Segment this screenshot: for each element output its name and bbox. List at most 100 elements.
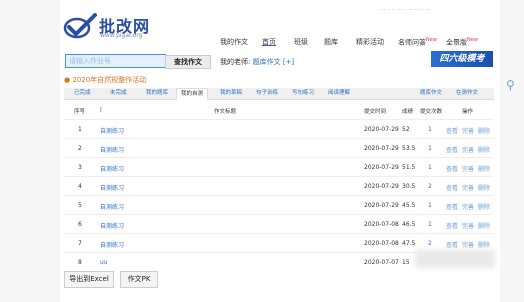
cell-date: 2020-07-07 [364, 259, 399, 266]
tab-bar: 已完成 未完成 我的题库 我的自测 我的草稿 句子训练 写句练习 阅读理解 题库… [64, 88, 494, 100]
export-excel-button[interactable]: 导出到Excel [64, 271, 114, 288]
tab-reading[interactable]: 阅读理解 [328, 88, 350, 99]
delete-link[interactable]: 删除 [478, 202, 490, 211]
cell-score: 47.5 [402, 240, 416, 247]
teacher-link[interactable]: 题库作文 [253, 58, 281, 66]
cell-title[interactable]: 自测练习 [100, 183, 124, 192]
tab-incomplete[interactable]: 未完成 [110, 88, 127, 99]
view-link[interactable]: 查看 [446, 202, 458, 211]
cell-score: 45.5 [402, 202, 416, 209]
view-link[interactable]: 查看 [446, 240, 458, 249]
tab-writing-practice[interactable]: 写句练习 [292, 88, 314, 99]
cell-title[interactable]: uu [100, 259, 108, 266]
cell-date: 2020-07-29 [364, 202, 399, 209]
top-links[interactable]: ··· · ·· ··· · ·· ··· · ··· [380, 7, 432, 14]
cell-no: 3 [78, 164, 82, 171]
tab-self-test[interactable]: 我的自测 [176, 88, 209, 100]
cell-score: 46.5 [402, 221, 416, 228]
cell-no: 6 [78, 221, 82, 228]
cell-count[interactable]: 1 [428, 164, 432, 171]
delete-link[interactable]: 删除 [478, 145, 490, 154]
cell-no: 2 [78, 145, 82, 152]
table-row: 1 自测练习 2020-07-29 52 1 查看 完善 删除 [64, 119, 494, 139]
side-search-icon[interactable]: ⚲ [506, 78, 515, 92]
improve-link[interactable]: 完善 [462, 164, 474, 173]
cell-title[interactable]: 自测练习 [100, 145, 124, 154]
view-link[interactable]: 查看 [446, 164, 458, 173]
nav-activities[interactable]: 精彩活动 [356, 37, 384, 47]
cell-count[interactable]: 1 [428, 126, 432, 133]
cell-score: 51.5 [402, 164, 416, 171]
table-header: 序号 | 作文标题 提交时间 成绩 提交次数 操作 [64, 104, 494, 118]
nav-class[interactable]: 班级 [294, 37, 308, 47]
cell-date: 2020-07-29 [364, 183, 399, 190]
cell-no: 5 [78, 202, 82, 209]
improve-link[interactable]: 完善 [462, 240, 474, 249]
cell-no: 1 [78, 126, 82, 133]
improve-link[interactable]: 完善 [462, 145, 474, 154]
header-actions: 操作 [462, 109, 474, 115]
cell-date: 2020-07-08 [364, 221, 399, 228]
cell-count[interactable]: 2 [428, 183, 432, 190]
notice-text: 2020年自然规整作活动 [72, 76, 147, 84]
delete-link[interactable]: 删除 [478, 126, 490, 135]
header-count: 提交次数 [420, 109, 443, 115]
view-link[interactable]: 查看 [446, 126, 458, 135]
cell-date: 2020-07-29 [364, 126, 399, 133]
delete-link[interactable]: 删除 [478, 183, 490, 192]
improve-link[interactable]: 完善 [462, 126, 474, 135]
search-button[interactable]: 查找作文 [165, 55, 211, 69]
teacher-label: 我的老师: [220, 58, 251, 66]
essay-pk-button[interactable]: 作文PK [120, 271, 158, 288]
tab-testing-essays[interactable]: 在测作文 [456, 88, 478, 99]
cell-title[interactable]: 自测练习 [100, 202, 124, 211]
header-no: 序号 [74, 109, 86, 115]
improve-link[interactable]: 完善 [462, 202, 474, 211]
logo[interactable]: 批改网 www.pigai.org [63, 11, 153, 41]
view-link[interactable]: 查看 [446, 183, 458, 192]
improve-link[interactable]: 完善 [462, 183, 474, 192]
nav-full-version[interactable]: 全景版New [446, 37, 478, 47]
cet-mock-banner[interactable]: 四六级模考 [431, 51, 493, 67]
nav-question-bank[interactable]: 题库 [324, 37, 338, 47]
delete-link[interactable]: 删除 [478, 240, 490, 249]
view-link[interactable]: 查看 [446, 221, 458, 230]
table-row: 5 自测练习 2020-07-29 45.5 1 查看 完善 删除 [64, 195, 494, 215]
tab-sentence[interactable]: 句子训练 [256, 88, 278, 99]
cell-title[interactable]: 自测练习 [100, 126, 124, 135]
header-divider: | [100, 107, 102, 113]
tab-completed[interactable]: 已完成 [74, 88, 91, 99]
cell-score: 30.5 [402, 183, 416, 190]
cell-count[interactable]: 1 [428, 202, 432, 209]
cell-score: 15 [402, 259, 410, 266]
tab-drafts[interactable]: 我的草稿 [220, 88, 242, 99]
blurred-area [415, 250, 495, 268]
search-input[interactable]: 请输入作业号 [65, 54, 166, 68]
cell-count[interactable]: 1 [428, 221, 432, 228]
header-score: 成绩 [402, 109, 414, 115]
header-date: 提交时间 [364, 109, 387, 115]
delete-link[interactable]: 删除 [478, 164, 490, 173]
view-link[interactable]: 查看 [446, 145, 458, 154]
table-row: 6 自测练习 2020-07-08 46.5 1 查看 完善 删除 [64, 214, 494, 234]
cell-count[interactable]: 1 [428, 145, 432, 152]
cell-date: 2020-07-29 [364, 164, 399, 171]
header-title: 作文标题 [214, 109, 237, 115]
add-teacher-link[interactable]: [+] [283, 58, 294, 66]
cell-title[interactable]: 自测练习 [100, 240, 124, 249]
nav-home[interactable]: 首页 [262, 37, 276, 47]
new-badge: New [426, 37, 437, 43]
cell-title[interactable]: 自测练习 [100, 221, 124, 230]
cell-title[interactable]: 自测练习 [100, 164, 124, 173]
cell-score: 53.5 [402, 145, 416, 152]
tab-my-bank[interactable]: 我的题库 [146, 88, 168, 99]
activity-notice[interactable]: ● 2020年自然规整作活动 [64, 75, 146, 85]
nav-my-essays[interactable]: 我的作文 [220, 37, 248, 47]
table-row: 4 自测练习 2020-07-29 30.5 2 查看 完善 删除 [64, 176, 494, 196]
improve-link[interactable]: 完善 [462, 221, 474, 230]
delete-link[interactable]: 删除 [478, 221, 490, 230]
cell-count[interactable]: 2 [428, 240, 432, 247]
tab-bank-essays[interactable]: 题库作文 [420, 88, 442, 99]
nav-qa[interactable]: 名师问答New [398, 37, 437, 47]
new-badge: New [467, 37, 478, 43]
